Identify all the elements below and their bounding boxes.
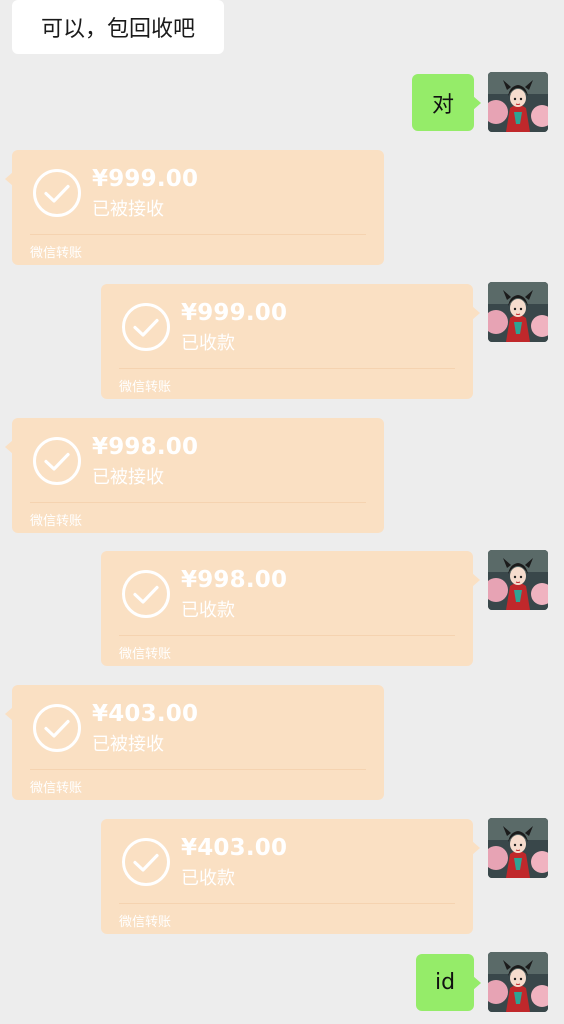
received-message-text: 可以，包回收吧 (40, 17, 195, 42)
transfer-footer-label: 微信转账 (119, 915, 172, 930)
check-circle-icon (121, 837, 171, 887)
check-circle-icon (32, 168, 82, 218)
avatar[interactable] (488, 72, 548, 132)
avatar[interactable] (488, 952, 548, 1012)
card-divider (119, 903, 455, 904)
transfer-amount: ¥998.00 (181, 567, 288, 593)
transfer-footer-label: 微信转账 (119, 647, 172, 662)
check-circle-icon (32, 436, 82, 486)
check-circle-icon (121, 569, 171, 619)
sent-message-text: 对 (431, 92, 454, 118)
transfer-amount: ¥403.00 (181, 835, 288, 861)
transfer-status: 已被接收 (92, 467, 164, 488)
transfer-status: 已收款 (181, 868, 235, 889)
transfer-status: 已被接收 (92, 734, 164, 755)
sent-message-bubble[interactable]: 对 (412, 74, 481, 131)
card-divider (119, 368, 455, 369)
transfer-card-received[interactable]: ¥403.00 已被接收 微信转账 (5, 685, 384, 800)
user-avatar-image (488, 818, 548, 878)
avatar[interactable] (488, 282, 548, 342)
card-divider (30, 502, 366, 503)
transfer-amount: ¥403.00 (92, 701, 199, 727)
transfer-footer-label: 微信转账 (30, 781, 83, 796)
transfer-card-received[interactable]: ¥998.00 已被接收 微信转账 (5, 418, 384, 533)
check-circle-icon (32, 703, 82, 753)
card-divider (30, 769, 366, 770)
transfer-card-sent[interactable]: ¥999.00 已收款 微信转账 (101, 284, 480, 399)
avatar[interactable] (488, 550, 548, 610)
transfer-card-sent[interactable]: ¥403.00 已收款 微信转账 (101, 819, 480, 934)
check-circle-icon (121, 302, 171, 352)
avatar[interactable] (488, 818, 548, 878)
sent-message-bubble[interactable]: id (416, 954, 481, 1011)
user-avatar-image (488, 952, 548, 1012)
sent-message-text: id (434, 970, 456, 995)
card-divider (30, 234, 366, 235)
transfer-footer-label: 微信转账 (30, 246, 83, 261)
transfer-status: 已收款 (181, 333, 235, 354)
transfer-status: 已收款 (181, 600, 235, 621)
transfer-card-received[interactable]: ¥999.00 已被接收 微信转账 (5, 150, 384, 265)
transfer-amount: ¥998.00 (92, 434, 199, 460)
transfer-card-sent[interactable]: ¥998.00 已收款 微信转账 (101, 551, 480, 666)
transfer-footer-label: 微信转账 (30, 514, 83, 529)
user-avatar-image (488, 282, 548, 342)
transfer-amount: ¥999.00 (92, 166, 199, 192)
card-divider (119, 635, 455, 636)
transfer-footer-label: 微信转账 (119, 380, 172, 395)
user-avatar-image (488, 550, 548, 610)
transfer-status: 已被接收 (92, 199, 164, 220)
user-avatar-image (488, 72, 548, 132)
received-message-bubble[interactable]: 可以，包回收吧 (12, 0, 224, 54)
transfer-amount: ¥999.00 (181, 300, 288, 326)
